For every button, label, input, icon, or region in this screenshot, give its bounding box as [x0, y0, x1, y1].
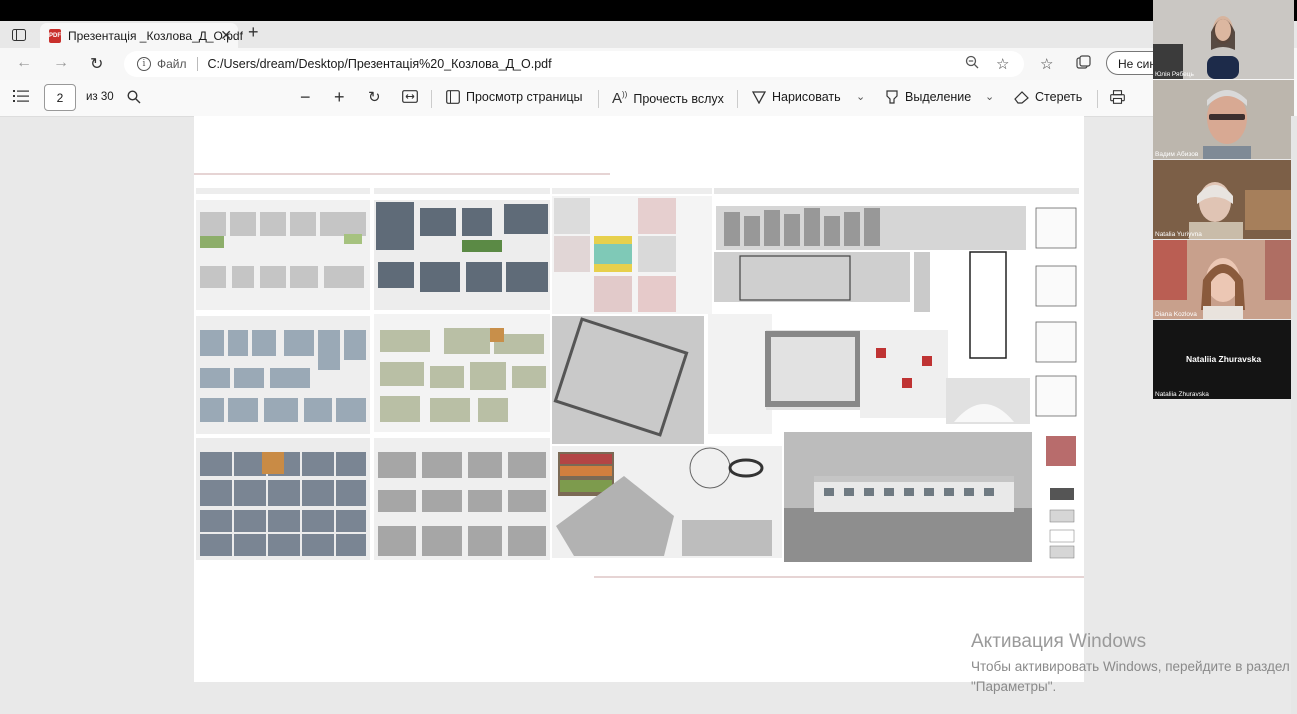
- pdf-icon: PDF: [49, 28, 61, 43]
- watermark-text: Чтобы активировать Windows, перейдите в …: [971, 659, 1290, 694]
- participant-name: Diana Kozlova: [1155, 311, 1197, 318]
- print-icon[interactable]: [1110, 90, 1125, 104]
- participant-video-image: [1153, 0, 1294, 79]
- pdf-page: [194, 116, 1084, 682]
- draw-icon: [752, 91, 766, 104]
- erase-label: Стереть: [1035, 90, 1083, 104]
- highlight-icon: [886, 90, 898, 104]
- draw-label: Нарисовать: [772, 90, 841, 104]
- refresh-icon[interactable]: ↻: [90, 54, 103, 74]
- draw-dropdown-icon[interactable]: ⌄: [856, 90, 865, 103]
- page-total: из 30: [86, 91, 114, 103]
- presentation-board-image: [194, 173, 1084, 578]
- contents-icon[interactable]: [13, 90, 29, 102]
- read-aloud-icon: A)): [612, 90, 628, 107]
- participant-name: Юлія Рябець: [1155, 71, 1194, 78]
- read-aloud-button[interactable]: A)) Прочесть вслух: [612, 90, 724, 107]
- info-icon[interactable]: i: [137, 57, 151, 71]
- toolbar-divider: [598, 90, 599, 108]
- address-bar-row: ← → ↻ i Файл C:/Users/dream/Desktop/През…: [0, 48, 1297, 80]
- top-black-band: [0, 0, 1297, 21]
- page-view-button[interactable]: Просмотр страницы: [446, 90, 582, 104]
- page-view-label: Просмотр страницы: [466, 90, 583, 104]
- read-aloud-label: Прочесть вслух: [633, 91, 724, 106]
- erase-button[interactable]: Стереть: [1014, 90, 1082, 104]
- favorites-icon[interactable]: ☆: [1040, 55, 1053, 73]
- url-divider: [196, 57, 198, 71]
- eraser-icon: [1014, 91, 1029, 104]
- vertical-scrollbar[interactable]: [1291, 116, 1297, 714]
- highlight-button[interactable]: Выделение: [885, 90, 971, 104]
- new-tab-button[interactable]: +: [248, 22, 259, 43]
- address-field[interactable]: i Файл C:/Users/dream/Desktop/Презентаці…: [124, 51, 1024, 77]
- toolbar-divider: [1097, 90, 1098, 108]
- close-tab-icon[interactable]: ✕: [220, 27, 232, 44]
- pdf-toolbar: 2 из 30 − + ↻ Просмотр страницы A)) Проч…: [0, 80, 1297, 117]
- fit-page-icon[interactable]: [402, 90, 418, 103]
- add-favorite-icon[interactable]: ☆: [996, 55, 1009, 73]
- participant-name: Natalia Yuriyvna: [1155, 231, 1202, 238]
- watermark-title: Активация Windows: [971, 631, 1147, 652]
- toolbar-divider: [431, 90, 432, 108]
- tab-bar: PDF Презентація _Козлова_Д_О.pdf ✕ +: [0, 21, 1297, 48]
- participant-display-name: Nataliia Zhuravska: [1185, 354, 1262, 364]
- tab-title: Презентація _Козлова_Д_О.pdf: [68, 28, 243, 43]
- page-view-icon: [446, 90, 460, 104]
- windows-activation-watermark: Активация Windows Чтобы активировать Win…: [971, 631, 1291, 697]
- forward-icon[interactable]: →: [53, 54, 69, 72]
- page-number-input[interactable]: 2: [44, 84, 76, 111]
- rotate-icon[interactable]: ↻: [368, 88, 381, 106]
- search-icon[interactable]: [127, 90, 141, 104]
- highlight-label: Выделение: [905, 90, 972, 104]
- participant-name: Вадим Абизов: [1155, 151, 1199, 158]
- collections-icon[interactable]: [1076, 55, 1091, 73]
- zoom-in-button[interactable]: +: [334, 87, 345, 108]
- highlight-dropdown-icon[interactable]: ⌄: [985, 90, 994, 103]
- participant-video-tile[interactable]: Nataliia Zhuravska Nataliia Zhuravska: [1153, 320, 1294, 399]
- participant-video-tile[interactable]: Вадим Абизов: [1153, 80, 1294, 159]
- participant-video-tile[interactable]: Diana Kozlova: [1153, 240, 1294, 319]
- zoom-out-icon[interactable]: [965, 55, 979, 73]
- participant-video-image: [1153, 80, 1294, 159]
- participant-name: Nataliia Zhuravska: [1155, 391, 1209, 398]
- file-scheme-label: Файл: [157, 57, 187, 71]
- tab-actions-icon[interactable]: [8, 26, 30, 44]
- participant-video-tile[interactable]: Юлія Рябець: [1153, 0, 1294, 79]
- browser-tab[interactable]: PDF Презентація _Козлова_Д_О.pdf ✕: [40, 23, 243, 48]
- toolbar-divider: [737, 90, 738, 108]
- url-text: C:/Users/dream/Desktop/Презентація%20_Ко…: [207, 57, 552, 71]
- participant-video-tile[interactable]: Natalia Yuriyvna: [1153, 160, 1294, 239]
- zoom-out-button[interactable]: −: [300, 87, 311, 108]
- back-icon[interactable]: ←: [16, 54, 32, 72]
- participant-video-image: [1153, 160, 1294, 239]
- participant-video-image: [1153, 240, 1294, 319]
- draw-button[interactable]: Нарисовать: [752, 90, 841, 104]
